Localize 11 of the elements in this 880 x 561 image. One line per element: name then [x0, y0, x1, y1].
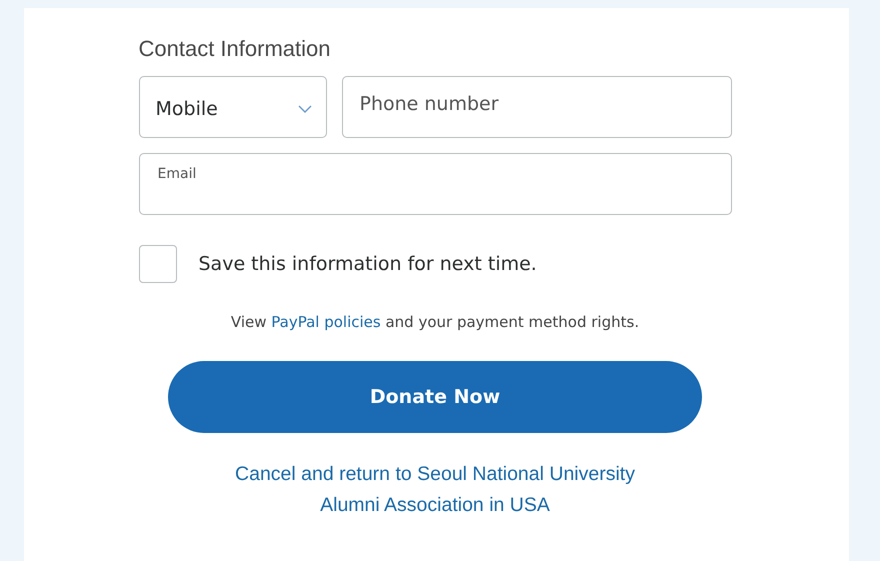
cancel-link[interactable]: Cancel and return to Seoul National University Alumni Association in USA [235, 459, 635, 521]
section-title: Contact Information [138, 36, 332, 62]
checkbox-label: Save this information for next time. [198, 253, 537, 275]
chevron-down-icon [298, 105, 312, 113]
email-field[interactable]: Email [138, 153, 732, 215]
policy-text: View PayPal policies and your payment method rights. [230, 313, 640, 331]
phone-type-select[interactable]: Mobile [138, 76, 326, 138]
phone-field[interactable]: Phone number [342, 76, 732, 138]
donate-button[interactable]: Donate Now [168, 361, 702, 433]
checkbox[interactable] [138, 245, 176, 283]
policy-link[interactable]: PayPal policies [271, 313, 381, 331]
